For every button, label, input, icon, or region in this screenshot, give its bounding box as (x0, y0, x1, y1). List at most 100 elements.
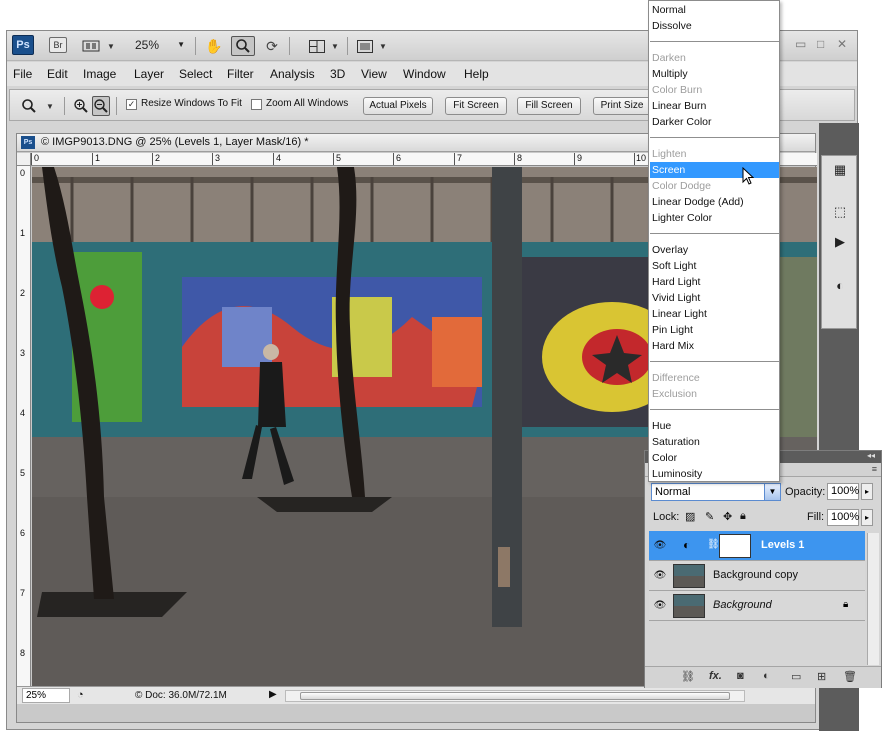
blend-mode-option[interactable]: Screen (650, 162, 779, 178)
chevron-down-icon[interactable]: ▼ (331, 36, 339, 56)
lock-pixels-icon[interactable]: ✎ (705, 510, 714, 523)
lock-position-icon[interactable]: ✥ (723, 510, 732, 523)
grid-icon[interactable]: ▦ (832, 162, 848, 178)
trash-icon[interactable]: 🗑︎ (843, 670, 857, 683)
new-group-icon[interactable]: ▭ (791, 670, 801, 683)
resize-windows-checkbox[interactable]: ✓ (126, 99, 137, 110)
collapse-icon[interactable]: ◂◂ (867, 451, 875, 460)
screen-mode-icon (357, 39, 373, 53)
blend-mode-option[interactable]: Normal (650, 2, 779, 18)
panel-menu-icon[interactable]: ≡ (872, 464, 877, 474)
actual-pixels-button[interactable]: Actual Pixels (363, 97, 433, 115)
zoom-tool-icon[interactable] (231, 36, 255, 56)
visibility-eye-icon[interactable]: 👁︎ (653, 569, 667, 583)
blend-mode-option[interactable]: Linear Light (650, 306, 779, 322)
zoom-field[interactable]: 25% (22, 688, 70, 703)
blend-mode-option[interactable]: Hard Light (650, 274, 779, 290)
blend-mode-option[interactable]: Luminosity (650, 466, 779, 482)
blend-mode-option[interactable]: Linear Dodge (Add) (650, 194, 779, 210)
menu-edit[interactable]: Edit (47, 67, 68, 81)
zoom-all-windows-checkbox[interactable] (251, 99, 262, 110)
rotate-view-icon[interactable]: ⟳ (263, 36, 281, 56)
menu-file[interactable]: File (13, 67, 32, 81)
blend-mode-option[interactable]: Hue (650, 418, 779, 434)
blend-mode-option[interactable]: Hard Mix (650, 338, 779, 354)
blend-mode-option[interactable]: Color (650, 450, 779, 466)
new-adjustment-layer-icon[interactable]: ◐ (763, 670, 770, 682)
new-layer-icon[interactable]: ⊞ (817, 670, 826, 683)
menu-help[interactable]: Help (464, 67, 489, 81)
ruler-label: 8 (20, 648, 26, 658)
play-icon[interactable]: ▶ (832, 234, 848, 250)
blend-mode-option[interactable]: Lighter Color (650, 210, 779, 226)
menu-view[interactable]: View (361, 67, 387, 81)
scrollbar-thumb[interactable] (300, 692, 730, 700)
menu-3d[interactable]: 3D (330, 67, 345, 81)
link-layers-icon[interactable]: ⛓︎ (681, 670, 695, 683)
menu-select[interactable]: Select (179, 67, 212, 81)
minimize-icon[interactable]: ▭ (795, 37, 806, 51)
blend-mode-option[interactable]: Vivid Light (650, 290, 779, 306)
link-icon[interactable]: ⛓︎ (707, 539, 720, 550)
layer-mask-thumbnail[interactable] (719, 534, 751, 558)
layers-scrollbar[interactable] (867, 533, 879, 665)
adjustment-icon[interactable]: ◐ (832, 278, 848, 294)
fit-screen-button[interactable]: Fit Screen (445, 97, 507, 115)
zoom-tool-preset-icon[interactable] (20, 96, 38, 116)
menu-image[interactable]: Image (83, 67, 116, 81)
opacity-field[interactable]: 100% (827, 483, 859, 500)
menu-layer[interactable]: Layer (134, 67, 164, 81)
zoom-in-icon[interactable] (72, 96, 90, 116)
bridge-button[interactable]: Br (49, 37, 67, 53)
ruler-label: 2 (20, 288, 26, 298)
vertical-ruler[interactable]: 0 1 2 3 4 5 6 7 8 (17, 166, 31, 686)
status-menu-icon[interactable]: ◔ (77, 689, 84, 701)
lock-transparency-icon[interactable]: ▨ (685, 510, 695, 523)
visibility-eye-icon[interactable]: 👁︎ (653, 599, 667, 613)
chevron-down-icon[interactable]: ▼ (764, 484, 780, 500)
blend-mode-option[interactable]: Linear Burn (650, 98, 779, 114)
transform-icon[interactable]: ⬚ (832, 204, 848, 220)
fill-label: Fill: (807, 511, 825, 523)
blend-mode-select[interactable]: Normal ▼ (651, 483, 781, 501)
menu-analysis[interactable]: Analysis (270, 67, 315, 81)
play-arrow-icon[interactable]: ▶ (269, 689, 277, 700)
maximize-icon[interactable]: □ (817, 37, 824, 51)
opacity-slider-arrow[interactable]: ▸ (861, 483, 873, 500)
layer-style-icon[interactable]: fx. (709, 670, 722, 682)
screen-mode-icon[interactable] (355, 36, 375, 56)
horizontal-scrollbar[interactable] (285, 690, 745, 702)
visibility-eye-icon[interactable]: 👁︎ (653, 539, 667, 553)
zoom-level-dropdown[interactable]: 25% ▼ (135, 38, 187, 54)
lock-all-icon[interactable]: 🔒︎ (740, 510, 746, 523)
blend-mode-option[interactable]: Saturation (650, 434, 779, 450)
hand-tool-icon[interactable]: ✋ (205, 36, 223, 56)
add-mask-icon[interactable]: ◙ (737, 670, 744, 682)
ruler-origin[interactable] (17, 153, 31, 166)
menu-filter[interactable]: Filter (227, 67, 254, 81)
zoom-out-icon[interactable] (92, 96, 110, 116)
close-icon[interactable]: ✕ (837, 37, 847, 51)
layer-row[interactable]: 👁︎ Background 🔒︎ (649, 591, 865, 621)
opacity-label: Opacity: (785, 486, 826, 498)
layer-row[interactable]: 👁︎ ◐ ⛓︎ Levels 1 (649, 531, 865, 561)
arrange-documents-icon[interactable] (307, 36, 327, 56)
blend-mode-option[interactable]: Multiply (650, 66, 779, 82)
fill-slider-arrow[interactable]: ▸ (861, 509, 873, 526)
blend-mode-option[interactable]: Pin Light (650, 322, 779, 338)
chevron-down-icon[interactable]: ▼ (46, 96, 54, 116)
blend-mode-option[interactable]: Soft Light (650, 258, 779, 274)
blend-mode-option[interactable]: Overlay (650, 242, 779, 258)
ruler-label: 1 (95, 153, 101, 163)
chevron-down-icon[interactable]: ▼ (379, 36, 387, 56)
fill-field[interactable]: 100% (827, 509, 859, 526)
film-strip-icon[interactable] (81, 36, 101, 56)
separator (64, 97, 65, 115)
print-size-button[interactable]: Print Size (593, 97, 651, 115)
blend-mode-option[interactable]: Darker Color (650, 114, 779, 130)
chevron-down-icon[interactable]: ▼ (107, 36, 115, 56)
fill-screen-button[interactable]: Fill Screen (517, 97, 581, 115)
layer-row[interactable]: 👁︎ Background copy (649, 561, 865, 591)
blend-mode-option[interactable]: Dissolve (650, 18, 779, 34)
menu-window[interactable]: Window (403, 67, 446, 81)
